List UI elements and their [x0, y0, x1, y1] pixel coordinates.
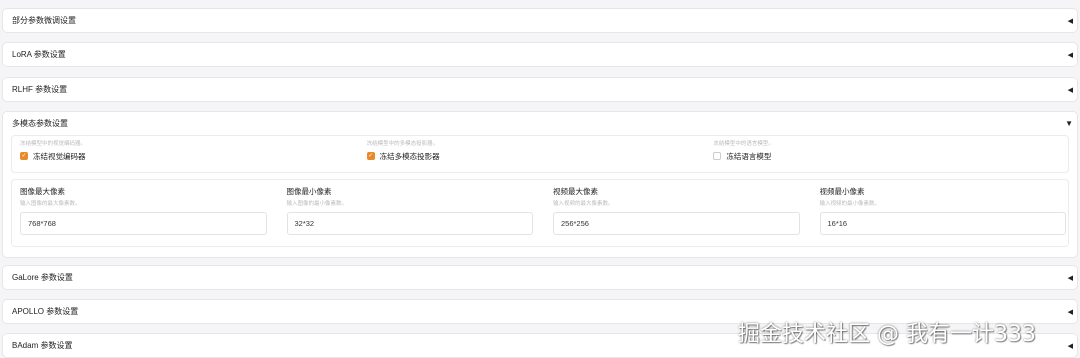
freeze-language-model-checkbox[interactable]: 冻结语言模型: [713, 150, 1060, 162]
image-min-pixels-input[interactable]: [286, 212, 533, 235]
multimodal-body: 冻结模型中的视觉编码器。 ✓ 冻结视觉编码器 冻结模型中的多模态投影器。 ✓ 冻…: [3, 135, 1077, 247]
checkbox-checked-icon[interactable]: ✓: [366, 152, 375, 160]
accordion-header-multimodal[interactable]: 多模态参数设置 ▼: [3, 112, 1077, 135]
checkbox-checked-icon[interactable]: ✓: [20, 152, 28, 160]
freeze-projector-checkbox[interactable]: ✓ 冻结多模态投影器: [366, 150, 714, 162]
accordion-header-badam[interactable]: BAdam 参数设置 ◀: [3, 334, 1077, 357]
freeze-options-group: 冻结模型中的视觉编码器。 ✓ 冻结视觉编码器 冻结模型中的多模态投影器。 ✓ 冻…: [11, 135, 1069, 173]
expand-arrow-icon[interactable]: ▼: [1065, 119, 1073, 128]
freeze-projector: 冻结模型中的多模态投影器。 ✓ 冻结多模态投影器: [366, 138, 714, 172]
accordion-header-lora[interactable]: LoRA 参数设置 ◀: [3, 43, 1077, 66]
image-min-pixels-field: 图像最小像素 输入图像的最小像素数。: [281, 186, 533, 246]
collapse-arrow-icon[interactable]: ◀: [1068, 342, 1073, 350]
accordion-multimodal: 多模态参数设置 ▼ 冻结模型中的视觉编码器。 ✓ 冻结视觉编码器 冻结模型中的多…: [2, 111, 1078, 258]
section-title: LoRA 参数设置: [12, 50, 66, 59]
collapse-arrow-icon[interactable]: ◀: [1068, 274, 1073, 282]
video-min-pixels-input[interactable]: [819, 212, 1066, 235]
collapse-arrow-icon[interactable]: ◀: [1068, 51, 1073, 59]
accordion-header-rlhf[interactable]: RLHF 参数设置 ◀: [3, 78, 1077, 101]
field-info: 输入视频的最小像素数。: [819, 201, 881, 207]
image-max-pixels-field: 图像最大像素 输入图像的最大像素数。: [14, 186, 267, 246]
section-title: APOLLO 参数设置: [12, 307, 79, 316]
collapse-arrow-icon[interactable]: ◀: [1068, 86, 1073, 94]
video-min-pixels-field: 视频最小像素 输入视频的最小像素数。: [814, 186, 1066, 246]
section-title: GaLore 参数设置: [12, 273, 73, 282]
video-max-pixels-input[interactable]: [553, 212, 800, 235]
checkbox-unchecked-icon[interactable]: [713, 152, 722, 160]
accordion-lora: LoRA 参数设置 ◀: [2, 42, 1078, 67]
accordion-header-apollo[interactable]: APOLLO 参数设置 ◀: [3, 300, 1077, 323]
field-info: 输入视频的最大像素数。: [553, 201, 614, 207]
checkbox-label: 冻结视觉编码器: [33, 151, 86, 161]
accordion-header-galore[interactable]: GaLore 参数设置 ◀: [3, 266, 1077, 289]
checkbox-label: 冻结语言模型: [726, 151, 772, 161]
collapse-arrow-icon[interactable]: ◀: [1068, 308, 1073, 316]
field-label: 图像最大像素: [20, 187, 65, 196]
freeze-language-model: 冻结模型中的语言模型。 冻结语言模型: [713, 138, 1060, 172]
section-title: RLHF 参数设置: [12, 85, 68, 94]
section-title: BAdam 参数设置: [12, 341, 73, 350]
freeze-info: 冻结模型中的多模态投影器。: [366, 141, 439, 147]
accordion-header-partial-finetune[interactable]: 部分参数微调设置 ◀: [3, 9, 1077, 32]
field-label: 视频最小像素: [819, 187, 865, 196]
freeze-info: 冻结模型中的语言模型。: [713, 141, 774, 147]
accordion-partial-finetune: 部分参数微调设置 ◀: [2, 8, 1078, 33]
video-max-pixels-field: 视频最大像素 输入视频的最大像素数。: [547, 186, 800, 246]
field-label: 图像最小像素: [286, 187, 332, 196]
checkbox-label: 冻结多模态投影器: [379, 151, 440, 161]
accordion-badam: BAdam 参数设置 ◀: [2, 333, 1078, 358]
freeze-info: 冻结模型中的视觉编码器。: [20, 141, 87, 147]
pixel-settings-group: 图像最大像素 输入图像的最大像素数。 图像最小像素 输入图像的最小像素数。 视频…: [11, 179, 1069, 247]
field-label: 视频最大像素: [553, 187, 598, 196]
freeze-vision-tower: 冻结模型中的视觉编码器。 ✓ 冻结视觉编码器: [20, 138, 367, 172]
section-title: 部分参数微调设置: [12, 16, 76, 25]
field-info: 输入图像的最大像素数。: [20, 201, 81, 207]
accordion-rlhf: RLHF 参数设置 ◀: [2, 77, 1078, 102]
section-title: 多模态参数设置: [12, 119, 68, 128]
collapse-arrow-icon[interactable]: ◀: [1068, 17, 1073, 25]
accordion-apollo: APOLLO 参数设置 ◀: [2, 299, 1078, 324]
image-max-pixels-input[interactable]: [20, 212, 267, 235]
accordion-galore: GaLore 参数设置 ◀: [2, 265, 1078, 290]
freeze-vision-tower-checkbox[interactable]: ✓ 冻结视觉编码器: [20, 150, 367, 162]
field-info: 输入图像的最小像素数。: [286, 201, 348, 207]
